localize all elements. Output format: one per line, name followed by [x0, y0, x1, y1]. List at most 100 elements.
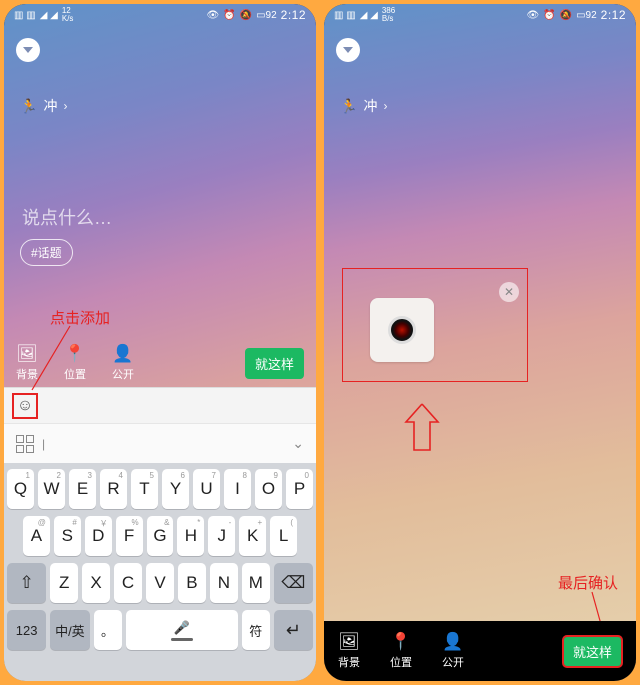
battery-icon: ▭92 [256, 10, 277, 21]
key-b[interactable]: B [178, 563, 206, 603]
phone-right: ▥ ▥ ◢ ◢ 386 B/s 👁 ⏰ 🔕 ▭92 2:12 🏃 冲 › ✕ 最… [324, 4, 636, 681]
pin-icon: 📍 [390, 632, 412, 652]
battery-icon: ▭92 [576, 10, 597, 21]
mute-icon: 🔕 [240, 10, 252, 21]
key-lang[interactable]: 中/英 [50, 610, 89, 650]
key-numbers[interactable]: 123 [7, 610, 46, 650]
key-q[interactable]: Q1 [7, 469, 34, 509]
status-bar: ▥ ▥ ◢ ◢ 12 K/s 👁 ⏰ 🔕 ▭92 2:12 [4, 4, 316, 24]
chevron-right-icon: › [63, 99, 67, 113]
key-p[interactable]: P0 [286, 469, 313, 509]
key-h[interactable]: H* [177, 516, 204, 556]
key-enter[interactable]: ↵ [274, 610, 313, 650]
action-loc-label: 位置 [64, 369, 86, 381]
keyboard: Q1W2E3R4T5Y6U7I8O9P0 A@S#D￥F%G&H*J-K+L( … [4, 463, 316, 681]
action-vis[interactable]: 👤 公开 [442, 632, 464, 670]
net-rate: 386 B/s [382, 7, 395, 23]
annotation-arrow [400, 400, 444, 456]
key-space[interactable]: 🎤 [126, 610, 238, 650]
action-row-left: 🖼 背景 📍 位置 👤 公开 就这样 [4, 339, 316, 387]
media-thumbnail[interactable] [370, 298, 434, 362]
key-o[interactable]: O9 [255, 469, 282, 509]
grid-icon[interactable] [16, 435, 34, 453]
toolbar-divider: | [42, 437, 45, 451]
mute-icon: 🔕 [560, 10, 572, 21]
action-vis-label: 公开 [442, 657, 464, 669]
signal-icon: ◢ ◢ [40, 10, 58, 21]
key-m[interactable]: M [242, 563, 270, 603]
net-rate: 12 K/s [62, 7, 74, 23]
key-u[interactable]: U7 [193, 469, 220, 509]
key-v[interactable]: V [146, 563, 174, 603]
key-f[interactable]: F% [116, 516, 143, 556]
activity-label: 冲 [43, 96, 57, 116]
keyboard-toolbar: | ⌄ [4, 423, 316, 463]
confirm-button[interactable]: 就这样 [245, 348, 304, 379]
person-icon: 👤 [442, 632, 464, 652]
emoji-button[interactable]: ☺ [12, 393, 38, 419]
key-backspace[interactable]: ⌫ [274, 563, 313, 603]
annotation-confirm: 最后确认 [558, 572, 618, 593]
alarm-icon: ⏰ [223, 10, 235, 21]
key-n[interactable]: N [210, 563, 238, 603]
chevron-down-icon [23, 47, 33, 53]
sim-icon: ▥ ▥ [334, 10, 356, 21]
action-bg-label: 背景 [16, 369, 38, 381]
key-symbols[interactable]: 符 [242, 610, 270, 650]
status-bar: ▥ ▥ ◢ ◢ 386 B/s 👁 ⏰ 🔕 ▭92 2:12 [324, 4, 636, 24]
person-icon: 👤 [112, 344, 134, 364]
action-loc[interactable]: 📍 位置 [64, 344, 86, 382]
eye-icon: 👁 [206, 10, 219, 21]
key-a[interactable]: A@ [23, 516, 50, 556]
action-bg-label: 背景 [338, 657, 360, 669]
key-l[interactable]: L( [270, 516, 297, 556]
chevron-down-icon [343, 47, 353, 53]
key-g[interactable]: G& [147, 516, 174, 556]
confirm-button[interactable]: 就这样 [563, 636, 622, 667]
action-vis[interactable]: 👤 公开 [112, 344, 134, 382]
key-y[interactable]: Y6 [162, 469, 189, 509]
key-e[interactable]: E3 [69, 469, 96, 509]
activity-tag[interactable]: 🏃 冲 › [4, 62, 316, 116]
signal-icon: ◢ ◢ [360, 10, 378, 21]
clock: 2:12 [601, 8, 626, 22]
key-j[interactable]: J- [208, 516, 235, 556]
post-placeholder[interactable]: 说点什么… [22, 204, 112, 230]
sim-icon: ▥ ▥ [14, 10, 36, 21]
key-c[interactable]: C [114, 563, 142, 603]
action-loc-label: 位置 [390, 657, 412, 669]
key-shift[interactable]: ⇧ [7, 563, 46, 603]
remove-media-button[interactable]: ✕ [499, 282, 519, 302]
mic-icon: 🎤 [174, 620, 190, 636]
phone-left: ▥ ▥ ◢ ◢ 12 K/s 👁 ⏰ 🔕 ▭92 2:12 🏃 冲 › 说点什么… [4, 4, 316, 681]
key-x[interactable]: X [82, 563, 110, 603]
key-z[interactable]: Z [50, 563, 78, 603]
activity-tag[interactable]: 🏃 冲 › [324, 62, 636, 116]
key-w[interactable]: W2 [38, 469, 65, 509]
action-bg[interactable]: 🖼 背景 [338, 632, 360, 670]
pin-icon: 📍 [64, 344, 86, 364]
action-row-right: 🖼 背景 📍 位置 👤 公开 就这样 [324, 621, 636, 681]
key-k[interactable]: K+ [239, 516, 266, 556]
annotation-add: 点击添加 [50, 307, 110, 328]
chevron-right-icon: › [383, 99, 387, 113]
collapse-button[interactable] [16, 38, 40, 62]
camera-icon [388, 316, 416, 344]
key-d[interactable]: D￥ [85, 516, 112, 556]
key-period[interactable]: 。 [94, 610, 122, 650]
image-icon: 🖼 [16, 344, 38, 364]
action-vis-label: 公开 [112, 369, 134, 381]
topic-chip[interactable]: #话题 [20, 239, 73, 266]
key-t[interactable]: T5 [131, 469, 158, 509]
key-s[interactable]: S# [54, 516, 81, 556]
image-icon: 🖼 [338, 632, 360, 652]
input-bar: ☺ [4, 387, 316, 423]
action-bg[interactable]: 🖼 背景 [16, 344, 38, 382]
clock: 2:12 [281, 8, 306, 22]
action-loc[interactable]: 📍 位置 [390, 632, 412, 670]
key-r[interactable]: R4 [100, 469, 127, 509]
eye-icon: 👁 [526, 10, 539, 21]
keyboard-collapse[interactable]: ⌄ [292, 435, 304, 452]
key-i[interactable]: I8 [224, 469, 251, 509]
collapse-button[interactable] [336, 38, 360, 62]
